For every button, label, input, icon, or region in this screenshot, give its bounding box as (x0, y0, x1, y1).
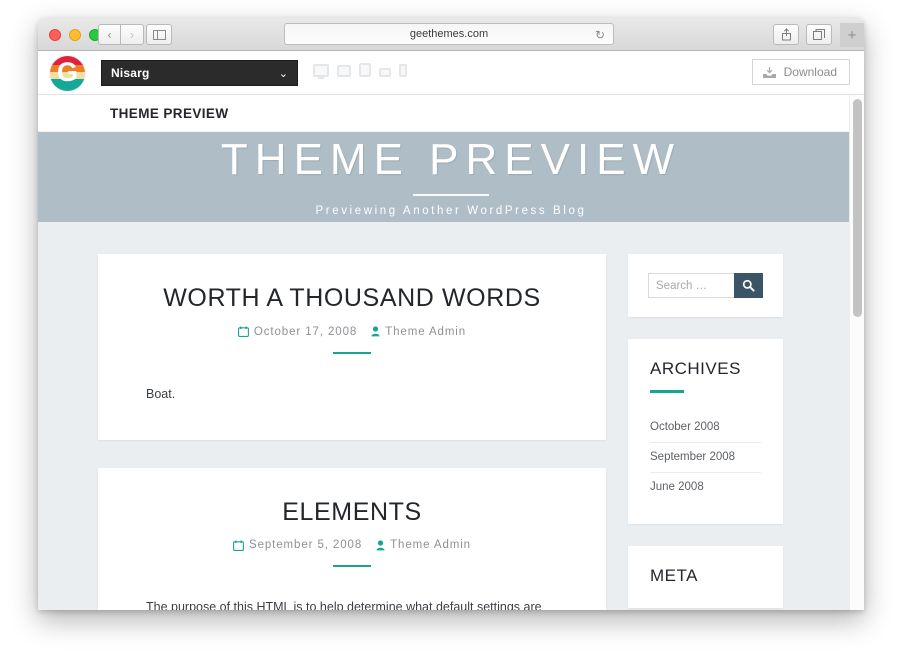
hero-divider (413, 193, 489, 196)
theme-select-dropdown[interactable]: Nisarg ⌄ (101, 60, 298, 86)
minimize-window-button[interactable] (69, 29, 81, 41)
tablet-portrait-icon[interactable] (359, 63, 371, 77)
search-widget (628, 254, 783, 317)
search-form (648, 273, 763, 298)
share-icon (781, 28, 791, 41)
post-date: October 17, 2008 (253, 325, 358, 338)
post-title[interactable]: ELEMENTS (146, 498, 558, 527)
new-window-button[interactable] (806, 24, 832, 45)
address-url-text: geethemes.com (409, 28, 489, 40)
site-tagline: Previewing Another WordPress Blog (315, 204, 587, 217)
back-button[interactable]: ‹ (98, 24, 121, 45)
post-author[interactable]: Theme Admin (385, 326, 466, 338)
meta-widget: META (628, 546, 783, 608)
meta-widget-title: META (650, 566, 698, 585)
download-icon (762, 66, 776, 78)
logo-letter: G (56, 57, 78, 87)
browser-toolbar: ‹ › geethemes.com ↻ + (38, 18, 864, 51)
navigation-buttons: ‹ › (98, 24, 144, 45)
search-icon (742, 279, 755, 292)
post-body: Boat. (146, 386, 176, 401)
calendar-icon (237, 326, 249, 338)
tabs-icon (813, 28, 825, 40)
archives-widget-title: ARCHIVES (650, 359, 741, 378)
sidebar-icon (152, 29, 166, 40)
site-preview-viewport: THEME PREVIEW THEME PREVIEW Previewing A… (38, 95, 864, 610)
search-input[interactable] (648, 273, 734, 298)
post-divider (333, 565, 371, 568)
download-label: Download (783, 65, 837, 79)
search-submit-button[interactable] (734, 273, 763, 298)
phone-landscape-icon[interactable] (379, 68, 391, 77)
browser-window: ‹ › geethemes.com ↻ + G Nisarg ⌄ Downloa… (38, 18, 864, 610)
list-item[interactable]: September 2008 (650, 443, 761, 473)
sidebar-toggle-button[interactable] (146, 24, 172, 45)
download-button[interactable]: Download (751, 59, 850, 85)
list-item[interactable]: June 2008 (650, 473, 761, 502)
post-body: The purpose of this HTML is to help dete… (146, 600, 542, 610)
tablet-landscape-icon[interactable] (337, 65, 351, 77)
geethemes-logo[interactable]: G (49, 55, 86, 92)
author-icon (371, 326, 380, 337)
post-author[interactable]: Theme Admin (390, 539, 471, 551)
calendar-icon (233, 540, 244, 551)
desktop-icon[interactable] (313, 64, 329, 77)
list-item[interactable]: October 2008 (650, 413, 761, 443)
post-date: September 5, 2008 (249, 539, 363, 552)
post-meta: October 17, 2008 Theme Admin (146, 326, 558, 338)
site-nav-title[interactable]: THEME PREVIEW (110, 106, 228, 121)
post-divider (333, 351, 371, 354)
site-title: THEME PREVIEW (220, 134, 682, 184)
phone-portrait-icon[interactable] (399, 64, 407, 77)
post-meta: September 5, 2008 Theme Admin (146, 539, 558, 551)
main-content-column: WORTH A THOUSAND WORDS October 17, 2008 (98, 254, 606, 610)
chevron-down-icon: ⌄ (278, 67, 288, 80)
page-scrollbar-thumb[interactable] (853, 99, 862, 317)
toolbar-right-buttons (773, 24, 832, 45)
device-preview-switcher (313, 63, 407, 77)
post-card: ELEMENTS September 5, 2008 Theme Admin T… (98, 467, 606, 610)
widget-divider (650, 390, 684, 393)
author-icon (376, 540, 385, 551)
theme-select-value: Nisarg (111, 66, 150, 80)
site-hero-header: THEME PREVIEW Previewing Another WordPre… (38, 132, 864, 222)
post-title[interactable]: WORTH A THOUSAND WORDS (146, 284, 558, 313)
page-scrollbar[interactable] (849, 95, 864, 610)
geethemes-toolbar: G Nisarg ⌄ Download (38, 51, 864, 95)
sidebar-column: ARCHIVES October 2008 September 2008 Jun… (628, 254, 783, 610)
address-bar[interactable]: geethemes.com ↻ (284, 23, 614, 45)
share-button[interactable] (773, 24, 799, 45)
post-card: WORTH A THOUSAND WORDS October 17, 2008 (98, 254, 606, 440)
new-tab-button[interactable]: + (840, 23, 864, 47)
reload-icon[interactable]: ↻ (595, 28, 605, 42)
archives-list: October 2008 September 2008 June 2008 (650, 413, 761, 502)
window-traffic-lights (49, 29, 101, 41)
archives-widget: ARCHIVES October 2008 September 2008 Jun… (628, 339, 783, 524)
close-window-button[interactable] (49, 29, 61, 41)
site-content-area: WORTH A THOUSAND WORDS October 17, 2008 (38, 222, 864, 610)
forward-button[interactable]: › (121, 24, 144, 45)
site-navigation-bar: THEME PREVIEW (38, 95, 864, 132)
